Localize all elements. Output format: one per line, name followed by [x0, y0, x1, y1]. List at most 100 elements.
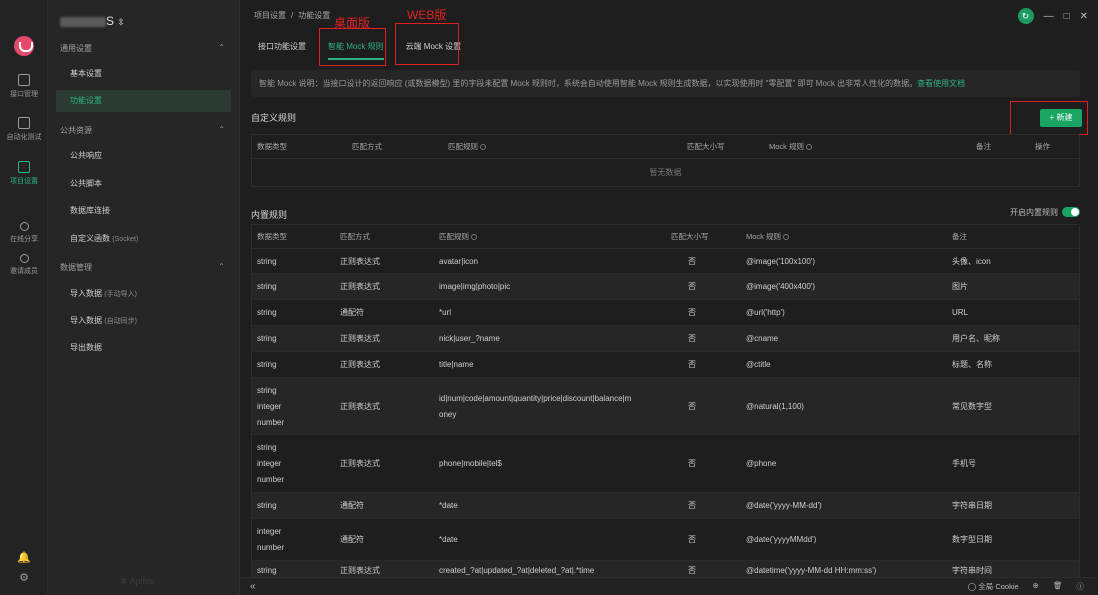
settings-circle-icon[interactable]: ⊕ [1033, 581, 1039, 592]
table-header: 数据类型 匹配方式 匹配规则 匹配大小写 Mock 规则 备注 [252, 225, 1079, 249]
bell-icon[interactable]: 🔔 [0, 551, 48, 564]
collapse-sidebar-icon[interactable]: « [250, 581, 256, 592]
cell-note: 字符串日期 [952, 501, 992, 510]
project-settings-icon [18, 161, 30, 173]
cell-note: 图片 [952, 282, 968, 291]
icon-rail: 接口管理 自动化测试 项目设置 在线分享 邀请成员 🔔 ⚙ [0, 0, 48, 595]
sidebar-item-database-connection[interactable]: 数据库连接 [56, 200, 231, 222]
cell-case: 否 [688, 282, 696, 291]
gear-icon[interactable]: ⚙ [0, 571, 48, 584]
rail-item-project-settings[interactable]: 项目设置 [0, 161, 48, 186]
table-row: string 正则表达式 title|name 否 @ctitle 标题、名称 [252, 352, 1079, 378]
table-row: string 正则表达式 nick|user_?name 否 @cname 用户名、昵称 [252, 326, 1079, 352]
cell-note: 标题、名称 [952, 360, 992, 369]
cell-case: 否 [688, 535, 696, 544]
help-icon[interactable] [783, 234, 790, 240]
help-icon[interactable] [806, 144, 813, 150]
table-row: string 正则表达式 avatar|icon 否 @image('100x100')… [252, 249, 1079, 274]
status-bar: « ◯ 全局 Cookie ⊕ 🗑 ⓘ [240, 577, 1098, 595]
cell-method: 正则表达式 [340, 334, 380, 343]
cell-type: string [257, 308, 277, 317]
cell-type: integer number [257, 527, 285, 552]
sidebar-item-public-script[interactable]: 公共脚本 [56, 173, 231, 195]
cell-type: string [257, 257, 277, 266]
cell-note: 手机号 [952, 459, 976, 468]
sidebar-item-public-response[interactable]: 公共响应 [56, 145, 231, 167]
annotation-box-web [395, 23, 459, 65]
sidebar-item-feature-settings[interactable]: 功能设置 [56, 90, 231, 112]
cell-note: 头像、icon [952, 257, 991, 266]
group-general-settings[interactable]: 通用设置 ⌃ [60, 43, 225, 54]
table-row: string integer number 正则表达式 phone|mobile|t… [252, 435, 1079, 493]
api-management-icon [18, 74, 30, 86]
chevron-up-icon: ⌃ [218, 262, 225, 271]
apifox-logo-icon [14, 36, 34, 56]
rail-item-api-management[interactable]: 接口管理 [0, 74, 48, 99]
cell-method: 正则表达式 [340, 360, 380, 369]
custom-rules-table: 数据类型 匹配方式 匹配规则 匹配大小写 Mock 规则 备注 操作 暂无数据 [251, 134, 1080, 187]
chevron-updown-icon: ⇳ [117, 17, 125, 27]
cell-rule: phone|mobile|tel$ [439, 459, 502, 468]
builtin-rows: string 正则表达式 avatar|icon 否 @image('100x100')… [252, 249, 1079, 581]
cell-method: 通配符 [340, 535, 364, 544]
table-row: integer number 通配符 *date 否 @date('yyyyMMdd')… [252, 519, 1079, 561]
cell-rule: nick|user_?name [439, 334, 500, 343]
cell-case: 否 [688, 360, 696, 369]
window-controls: ↻ — □ ✕ [1017, 8, 1088, 24]
sidebar-item-basic-settings[interactable]: 基本设置 [56, 63, 231, 85]
annotation-label-desktop: 桌面版 [334, 16, 371, 30]
apifox-watermark: ✻ Apifox [120, 576, 155, 586]
cell-rule: avatar|icon [439, 257, 478, 266]
breadcrumb-current: 功能设置 [298, 11, 331, 20]
builtin-rules-table: 数据类型 匹配方式 匹配规则 匹配大小写 Mock 规则 备注 string 正则… [251, 224, 1080, 581]
minimize-icon[interactable]: — [1044, 11, 1054, 22]
sync-avatar-icon[interactable]: ↻ [1017, 8, 1034, 24]
rail-item-online-share[interactable]: 在线分享 [0, 222, 48, 244]
cell-note: URL [952, 308, 969, 317]
docs-link[interactable]: 查看使用文档 [917, 79, 965, 88]
sidebar-item-import-auto[interactable]: 导入数据 (自动同步) [56, 310, 231, 332]
settings-sidebar: S ⇳ 通用设置 ⌃ 基本设置 功能设置 公共资源 ⌃ 公共响应 公共脚本 数据… [48, 0, 240, 595]
rail-item-automation-test[interactable]: 自动化测试 [0, 117, 48, 142]
cell-mock: @ctitle [746, 360, 771, 369]
maximize-icon[interactable]: □ [1064, 11, 1070, 22]
cell-type: string integer number [257, 385, 285, 427]
table-row: string integer number 正则表达式 id|num|code|am… [252, 378, 1079, 435]
cookie-button[interactable]: ◯ 全局 Cookie [968, 581, 1019, 592]
sidebar-item-custom-function[interactable]: 自定义函数 (Socket) [56, 228, 231, 250]
rail-item-invite-members[interactable]: 邀请成员 [0, 254, 48, 276]
group-data-management[interactable]: 数据管理 ⌃ [60, 262, 225, 273]
sidebar-item-export-data[interactable]: 导出数据 [56, 337, 231, 359]
help-circle-icon[interactable]: ⓘ [1077, 581, 1085, 592]
breadcrumb: 项目设置 / 功能设置 [254, 11, 331, 20]
cell-mock: @cname [746, 334, 779, 343]
builtin-rules-toggle[interactable] [1062, 207, 1080, 217]
breadcrumb-parent[interactable]: 项目设置 [254, 11, 286, 20]
chevron-up-icon: ⌃ [218, 43, 225, 52]
trash-icon[interactable]: 🗑 [1053, 581, 1063, 592]
cell-mock: @url('http') [746, 308, 785, 317]
cell-case: 否 [688, 308, 696, 317]
cell-rule: *date [439, 501, 458, 510]
group-public-resources[interactable]: 公共资源 ⌃ [60, 125, 225, 136]
cell-method: 通配符 [340, 501, 364, 510]
cell-case: 否 [688, 459, 696, 468]
close-icon[interactable]: ✕ [1080, 11, 1088, 22]
cell-rule: *url [439, 308, 452, 317]
project-switcher[interactable]: S ⇳ [60, 14, 125, 28]
main-content: 项目设置 / 功能设置 ↻ — □ ✕ 接口功能设置 智能 Mock 规则 云端 M… [240, 0, 1098, 595]
sidebar-item-import-manual[interactable]: 导入数据 (手动导入) [56, 283, 231, 305]
automation-test-icon [18, 117, 30, 129]
cell-method: 通配符 [340, 308, 364, 317]
help-icon[interactable] [480, 144, 486, 150]
new-rule-button[interactable]: + 新建 [1040, 109, 1082, 127]
table-row: string 通配符 *date 否 @date('yyyy-MM-dd') 字符串日期 [252, 493, 1079, 519]
builtin-rules-title: 内置规则 [251, 210, 288, 220]
annotation-label-web: WEB版 [407, 8, 447, 22]
tab-api-feature-settings[interactable]: 接口功能设置 [258, 40, 306, 60]
chevron-up-icon: ⌃ [218, 125, 225, 134]
help-icon[interactable] [471, 234, 477, 240]
cell-case: 否 [688, 334, 696, 343]
builtin-switch-label: 开启内置规则 [1010, 208, 1058, 217]
cell-method: 正则表达式 [340, 459, 380, 468]
